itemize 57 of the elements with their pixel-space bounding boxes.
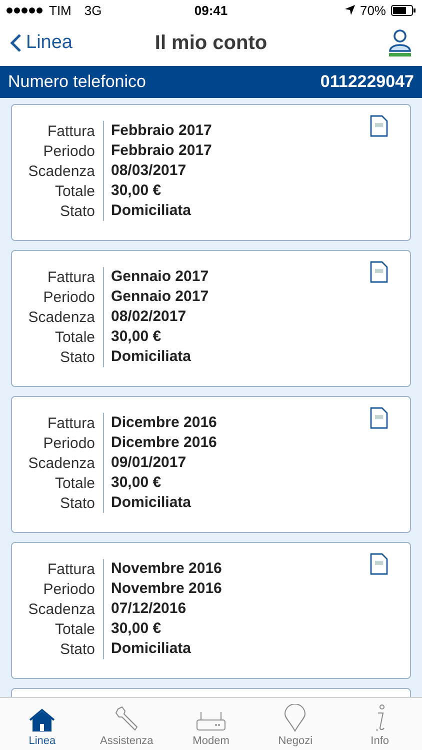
page-title: Il mio conto <box>154 32 268 54</box>
field-label: Totale <box>54 474 96 492</box>
field-value: 30,00 € <box>103 327 162 347</box>
field-value: Gennaio 2017 <box>103 267 209 287</box>
field-label: Stato <box>58 494 96 512</box>
field-label: Scadenza <box>27 308 96 326</box>
field-label: Periodo <box>42 142 96 160</box>
field-value: Domiciliata <box>103 347 192 367</box>
field-label: Totale <box>54 182 96 200</box>
tab-item[interactable]: Linea <box>0 698 84 750</box>
invoice-card[interactable]: Fattura Gennaio 2017 Periodo Gennaio 2017 Scadenza 08/02/2017 Totale 30,00 € Stato Domiciliata <box>11 250 411 387</box>
phone-number: 0112229047 <box>320 72 414 92</box>
field-label: Fattura <box>46 414 96 432</box>
field-label: Periodo <box>42 434 96 452</box>
field-value: Gennaio 2017 <box>103 287 209 307</box>
tab-item[interactable]: Modem <box>168 698 254 750</box>
field-value: Febbraio 2017 <box>103 121 212 141</box>
field-value: 30,00 € <box>103 181 162 201</box>
field-value: Domiciliata <box>103 639 192 659</box>
field-value: 08/03/2017 <box>103 161 186 181</box>
field-label: Totale <box>54 620 96 638</box>
tab-item[interactable]: Assistenza <box>84 698 169 750</box>
field-value: Dicembre 2016 <box>103 433 217 453</box>
field-label: Periodo <box>42 580 96 598</box>
field-label: Periodo <box>42 288 96 306</box>
field-value: 30,00 € <box>103 619 162 639</box>
field-label: Stato <box>58 640 96 658</box>
field-value: 09/01/2017 <box>103 453 186 473</box>
field-value: 07/12/2016 <box>103 599 186 619</box>
status-time: 09:41 <box>194 2 228 18</box>
field-label: Stato <box>58 348 96 366</box>
field-value: 30,00 € <box>103 473 162 493</box>
phone-label: Numero telefonico <box>8 72 146 92</box>
field-value: Domiciliata <box>103 201 192 221</box>
field-label: Totale <box>54 328 96 346</box>
field-value: Novembre 2016 <box>103 579 222 599</box>
field-value: Dicembre 2016 <box>103 413 217 433</box>
network-type: 3G <box>84 2 102 18</box>
field-label: Scadenza <box>27 162 96 180</box>
invoice-card[interactable]: Fattura Novembre 2016 Periodo Novembre 2016 Scadenza 07/12/2016 Totale 30,00 € Stato Domiciliata <box>11 542 411 679</box>
tab-item[interactable]: Info <box>338 698 422 750</box>
field-label: Fattura <box>46 268 96 286</box>
field-value: Novembre 2016 <box>103 559 222 579</box>
invoice-card[interactable]: Fattura Dicembre 2016 Periodo Dicembre 2016 Scadenza 09/01/2017 Totale 30,00 € Stato Domiciliata <box>11 396 411 533</box>
field-label: Stato <box>58 202 96 220</box>
field-value: Domiciliata <box>103 493 192 513</box>
tab-item[interactable]: Negozi <box>253 698 338 750</box>
field-label: Fattura <box>46 560 96 578</box>
field-value: 08/02/2017 <box>103 307 186 327</box>
back-link[interactable]: Linea <box>10 32 120 54</box>
battery-percent: 70% <box>360 2 386 18</box>
field-label: Scadenza <box>27 454 96 472</box>
carrier-name: TIM <box>49 2 72 18</box>
field-value: Febbraio 2017 <box>103 141 212 161</box>
field-label: Fattura <box>46 122 96 140</box>
field-label: Scadenza <box>27 600 96 618</box>
invoice-card[interactable]: Fattura Febbraio 2017 Periodo Febbraio 2017 Scadenza 08/03/2017 Totale 30,00 € Stato Domiciliata <box>11 104 411 241</box>
